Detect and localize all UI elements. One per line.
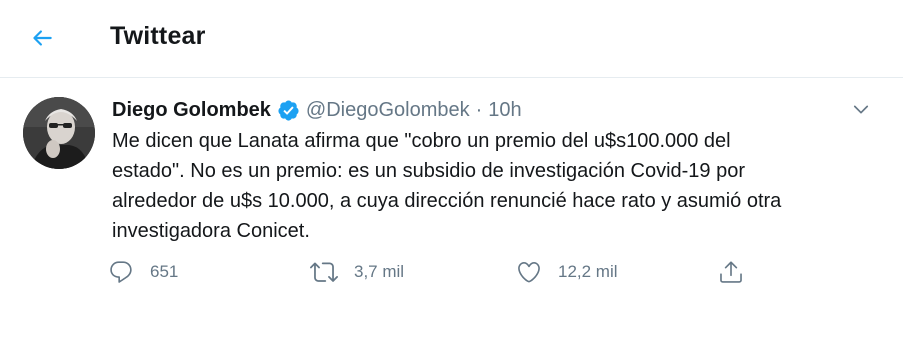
retweet-icon: [310, 258, 338, 286]
tweet-timestamp[interactable]: 10h: [488, 99, 521, 122]
separator-dot: ·: [475, 98, 483, 121]
tweet-actions: 651 3,7 mil 12,2 mil: [108, 257, 788, 287]
back-button[interactable]: [22, 20, 62, 60]
heart-icon: [516, 259, 542, 285]
retweet-count: 3,7 mil: [354, 262, 405, 281]
tweet-header: Diego Golombek @DiegoGolombek · 10h: [112, 97, 522, 123]
tweet-text: Me dicen que Lanata afirma que "cobro un…: [112, 130, 782, 242]
avatar[interactable]: [23, 97, 95, 169]
like-count: 12,2 mil: [558, 262, 618, 281]
like-button[interactable]: 12,2 mil: [516, 257, 618, 287]
retweet-button[interactable]: 3,7 mil: [310, 257, 404, 287]
page-title: Twittear: [110, 22, 206, 50]
author-handle[interactable]: @DiegoGolombek: [306, 99, 470, 122]
reply-button[interactable]: 651: [108, 257, 178, 287]
page-header: Twittear: [0, 0, 903, 78]
chevron-down-icon: [851, 99, 871, 124]
tweet[interactable]: Diego Golombek @DiegoGolombek · 10h Me d…: [0, 79, 903, 337]
share-button[interactable]: [718, 257, 744, 287]
author-name[interactable]: Diego Golombek: [112, 99, 271, 122]
reply-count: 651: [150, 262, 179, 281]
more-options-button[interactable]: [846, 96, 876, 126]
reply-icon: [108, 259, 134, 285]
arrow-left-icon: [29, 25, 55, 56]
share-icon: [718, 259, 744, 285]
verified-badge-icon: [277, 99, 300, 122]
